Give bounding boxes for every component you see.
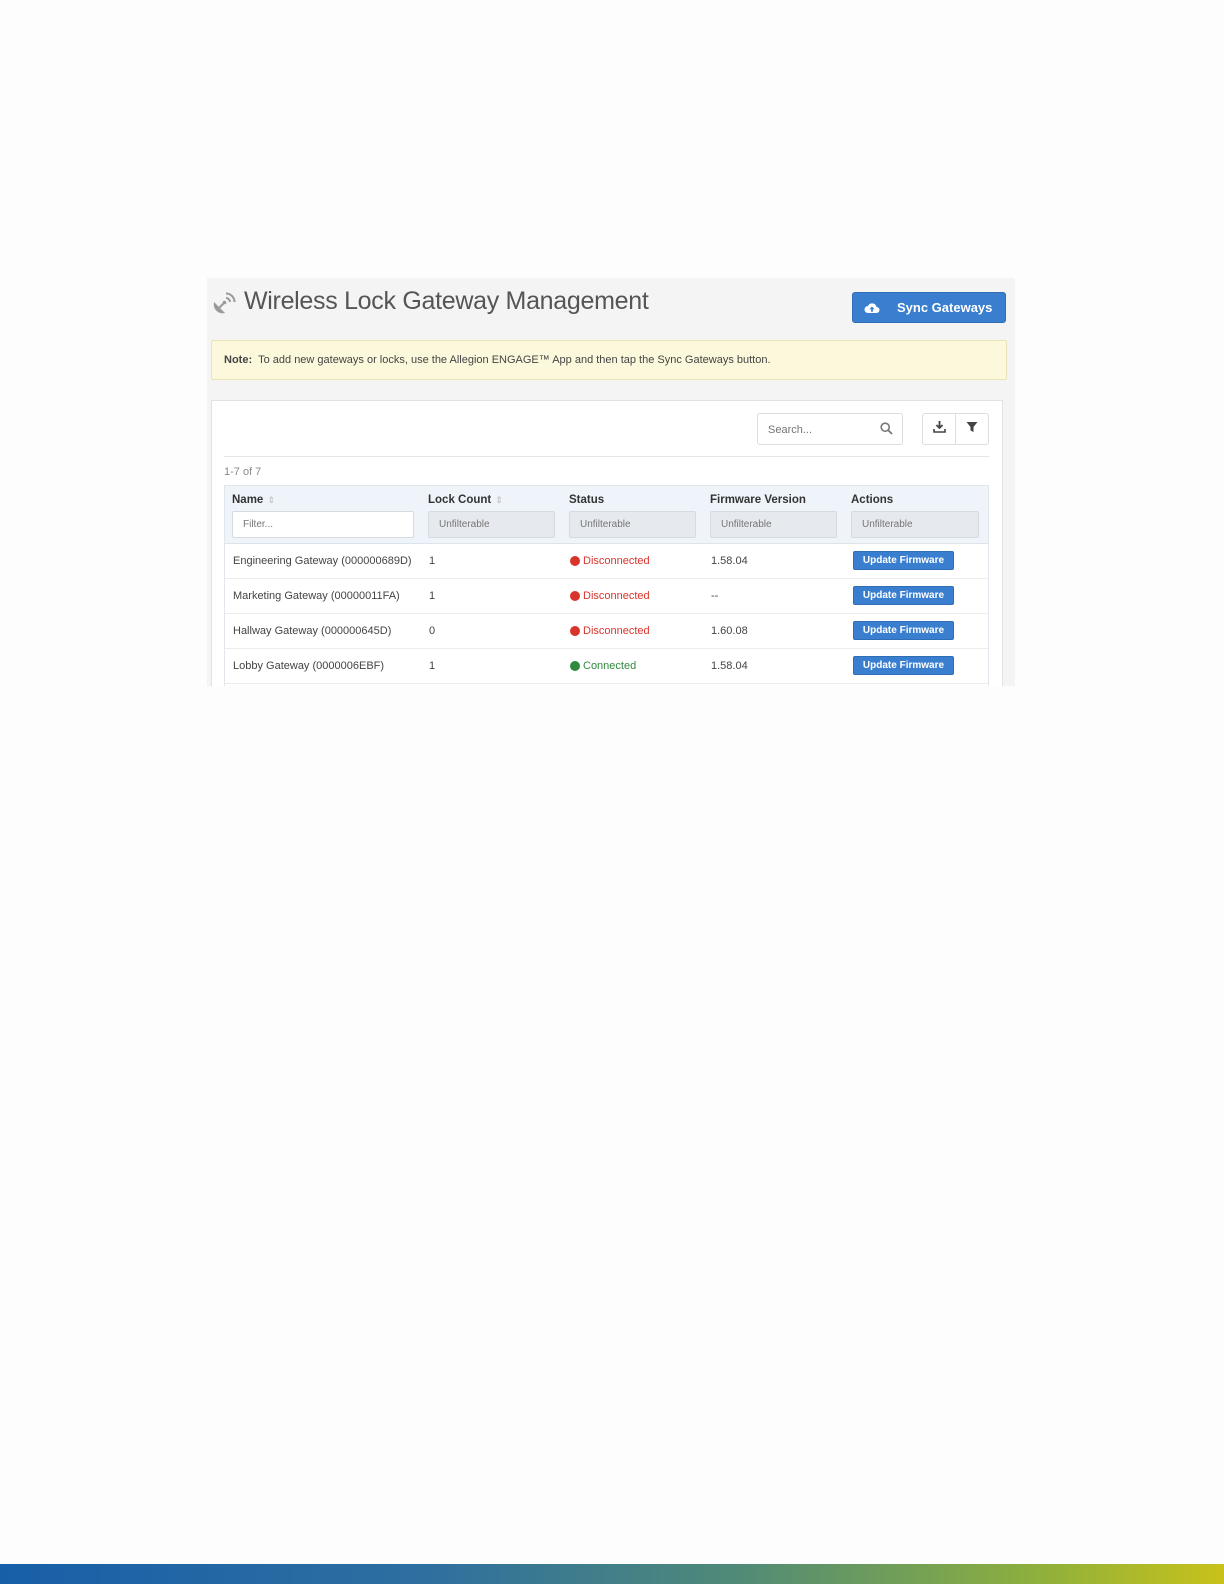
satellite-dish-icon — [211, 290, 237, 316]
action-cell: Update Firmware — [853, 543, 954, 578]
status-dot-icon — [570, 590, 580, 601]
lock-count: 1 — [429, 659, 436, 672]
filter-icon — [966, 420, 978, 438]
update-firmware-button[interactable]: Update Firmware — [853, 621, 954, 640]
gateway-name: Engineering Gateway (000000689D) — [233, 554, 412, 567]
column-header-name[interactable]: Name ⇕ — [232, 494, 275, 506]
firmware-version: 1.58.04 — [711, 554, 748, 567]
status-cell: Connected — [570, 648, 636, 683]
column-header-lock-count[interactable]: Lock Count ⇕ — [428, 494, 503, 506]
column-header-firmware-version: Firmware Version — [710, 494, 806, 506]
lock-count: 1 — [429, 554, 436, 567]
status-dot-icon — [570, 555, 580, 566]
download-button[interactable] — [923, 414, 955, 444]
status-filter-input — [569, 511, 696, 538]
toolbar-divider — [224, 456, 989, 457]
update-firmware-button[interactable]: Update Firmware — [853, 551, 954, 570]
update-firmware-button[interactable]: Update Firmware — [853, 586, 954, 605]
status-cell: Disconnected — [570, 543, 650, 578]
note-banner: Note: To add new gateways or locks, use … — [211, 340, 1007, 380]
cloud-upload-icon — [857, 302, 887, 314]
status-dot-icon — [570, 625, 580, 636]
status-text: Connected — [583, 659, 637, 672]
firmware-filter-input — [710, 511, 837, 538]
note-label: Note: — [224, 354, 253, 366]
update-firmware-button[interactable]: Update Firmware — [853, 656, 954, 675]
action-cell: Update Firmware — [853, 648, 954, 683]
table-row: Marketing Gateway (00000011FA) 1 Disconn… — [225, 578, 988, 614]
table-header: Name ⇕ Lock Count ⇕ Status Firmware Versio… — [225, 486, 988, 544]
name-filter-input[interactable] — [232, 511, 414, 538]
status-text: Disconnected — [583, 554, 650, 567]
lock-count: 1 — [429, 589, 436, 602]
search-box — [757, 413, 903, 445]
note-text: To add new gateways or locks, use the Al… — [258, 354, 771, 366]
action-cell: Update Firmware — [853, 578, 954, 613]
sync-gateways-button[interactable]: Sync Gateways — [852, 292, 1006, 323]
gateway-table: Name ⇕ Lock Count ⇕ Status Firmware Versio… — [224, 485, 989, 686]
sort-icon: ⇕ — [495, 495, 503, 505]
gateway-name: Marketing Gateway (00000011FA) — [233, 589, 400, 602]
table-tools — [922, 413, 989, 445]
search-input[interactable] — [766, 420, 880, 440]
lock-count: 0 — [429, 624, 436, 637]
firmware-version: 1.60.08 — [711, 624, 748, 637]
result-count: 1-7 of 7 — [224, 466, 262, 478]
lock-count-filter-input — [428, 511, 555, 538]
status-cell: Disconnected — [570, 613, 650, 648]
gateway-name: Lobby Gateway (0000006EBF) — [233, 659, 385, 672]
action-cell: Update Firmware — [853, 613, 954, 648]
column-header-actions: Actions — [851, 494, 894, 506]
sort-icon: ⇕ — [267, 495, 275, 505]
status-text: Disconnected — [583, 624, 650, 637]
screenshot-frame: Wireless Lock Gateway Management Sync Ga… — [207, 278, 1015, 686]
table-row: Lobby Gateway (0000006EBF) 1 Connected 1… — [225, 648, 988, 684]
filter-button[interactable] — [955, 414, 988, 444]
table-row: Hallway Gateway (000000645D) 0 Disconnec… — [225, 613, 988, 649]
status-dot-icon — [570, 660, 580, 671]
footer-gradient-bar — [0, 1564, 1224, 1584]
sync-gateways-label: Sync Gateways — [897, 300, 993, 315]
status-text: Disconnected — [583, 589, 650, 602]
table-row: Engineering Gateway (000000689D) 1 Disco… — [225, 543, 988, 579]
page-header: Wireless Lock Gateway Management Sync Ga… — [207, 278, 1015, 336]
firmware-version: 1.58.04 — [711, 659, 748, 672]
firmware-version: -- — [711, 589, 719, 602]
gateway-panel: 1-7 of 7 Name⇕ Lock Count⇕ Status Firmwa… — [211, 400, 1003, 686]
page-title: Wireless Lock Gateway Management — [244, 287, 649, 315]
actions-filter-input — [851, 511, 979, 538]
column-header-status: Status — [569, 494, 605, 506]
status-cell: Disconnected — [570, 578, 650, 613]
search-icon[interactable] — [880, 422, 893, 440]
download-icon — [932, 420, 946, 438]
gateway-name: Hallway Gateway (000000645D) — [233, 624, 392, 637]
